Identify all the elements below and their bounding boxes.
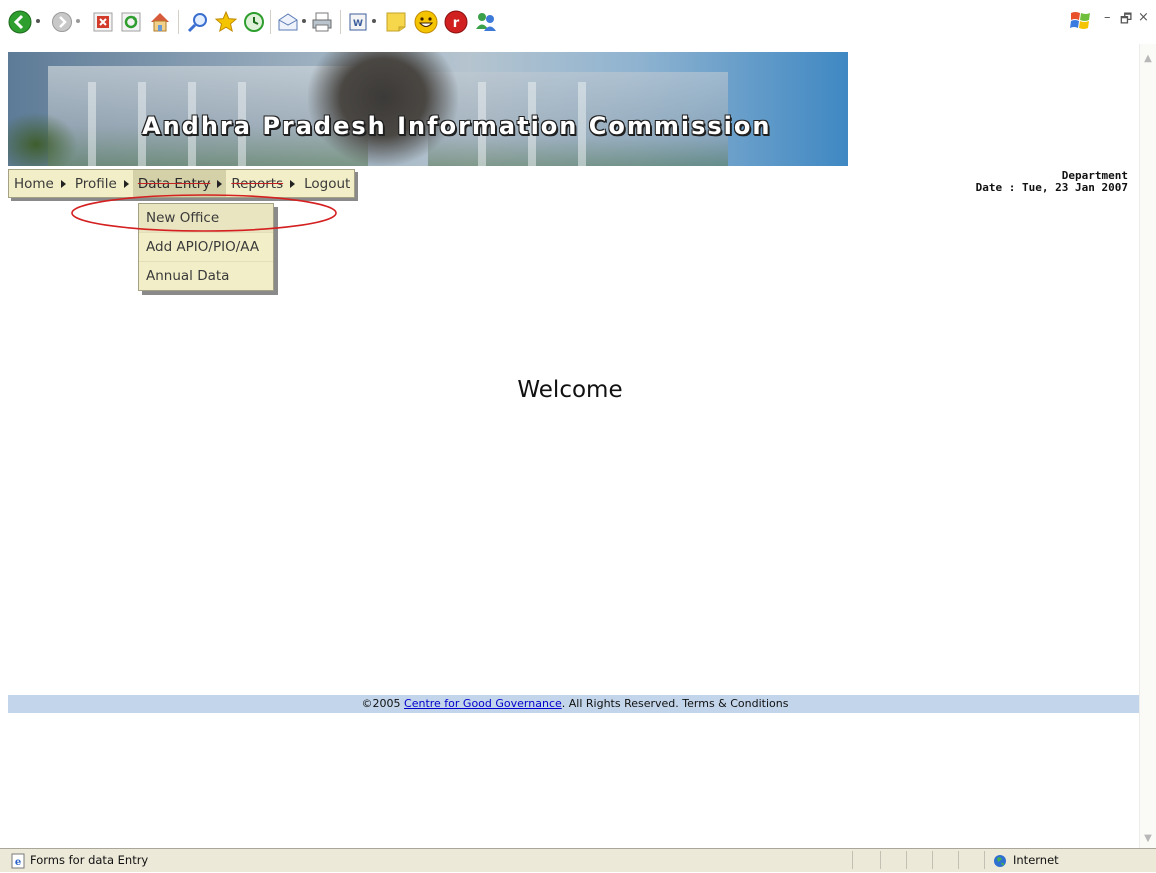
toolbar-separator — [340, 10, 341, 34]
r-icon[interactable]: r — [442, 8, 470, 36]
status-pane — [906, 851, 907, 869]
notes-icon[interactable] — [382, 8, 410, 36]
mail-dropdown-caret[interactable] — [300, 14, 308, 28]
svg-text:W: W — [353, 19, 363, 29]
edit-icon[interactable]: W — [344, 8, 372, 36]
footer-rights: . All Rights Reserved. Terms & Condition… — [561, 697, 789, 710]
svg-text:e: e — [15, 857, 21, 868]
banner-statue — [308, 52, 458, 166]
minimize-button[interactable]: – — [1104, 10, 1111, 25]
banner-title: Andhra Pradesh Information Commission — [142, 112, 772, 140]
submenu-arrow-icon — [60, 179, 66, 188]
security-zone-label: Internet — [1013, 853, 1059, 867]
status-pane — [880, 851, 881, 869]
status-pane — [932, 851, 933, 869]
main-menu: Home Profile Data Entry Reports Logout — [8, 169, 356, 198]
stop-icon[interactable] — [89, 8, 117, 36]
status-pane — [852, 851, 853, 869]
menu-item-label: Profile — [74, 175, 117, 192]
refresh-icon[interactable] — [117, 8, 145, 36]
web-page: Andhra Pradesh Information Commission Ho… — [0, 44, 1142, 848]
messenger-smiley-icon[interactable] — [412, 8, 440, 36]
submenu-arrow-icon — [123, 179, 129, 188]
header-info: Department Date : Tue, 23 Jan 2007 — [976, 170, 1128, 194]
status-pane — [984, 851, 985, 869]
windows-flag-icon — [1068, 8, 1094, 34]
dropdown-item-annual-data[interactable]: Annual Data — [139, 262, 273, 290]
menu-item-reports[interactable]: Reports — [226, 170, 299, 197]
menu-item-label: Home — [14, 175, 54, 192]
print-icon[interactable] — [308, 8, 336, 36]
footer-copyright: ©2005 — [361, 697, 405, 710]
dropdown-item-new-office[interactable]: New Office — [139, 204, 273, 233]
edit-dropdown-caret[interactable] — [370, 14, 378, 28]
scroll-up-icon[interactable]: ▲ — [1142, 52, 1154, 64]
page-footer: ©2005 Centre for Good Governance. All Ri… — [8, 695, 1142, 713]
menu-item-label: Data Entry — [137, 175, 211, 192]
scroll-down-icon[interactable]: ▼ — [1142, 832, 1154, 844]
menu-item-logout[interactable]: Logout — [299, 170, 354, 197]
contacts-icon[interactable] — [472, 8, 500, 36]
back-icon[interactable] — [6, 8, 34, 36]
svg-text:r: r — [453, 16, 460, 31]
status-text: Forms for data Entry — [30, 853, 149, 867]
toolbar-separator — [270, 10, 271, 34]
vertical-scrollbar[interactable]: ▲ ▼ — [1139, 44, 1156, 848]
history-icon[interactable] — [240, 8, 268, 36]
data-entry-dropdown: New Office Add APIO/PIO/AA Annual Data — [138, 203, 274, 291]
browser-toolbar: W r – 🗗 × — [0, 0, 1156, 45]
footer-link-cgg[interactable]: Centre for Good Governance — [404, 697, 562, 710]
ie-page-icon: e — [10, 853, 26, 869]
submenu-arrow-icon — [290, 179, 296, 188]
favorites-icon[interactable] — [212, 8, 240, 36]
toolbar-separator — [178, 10, 179, 34]
forward-dropdown-caret[interactable] — [74, 14, 82, 28]
menu-item-home[interactable]: Home — [9, 170, 70, 197]
date-label: Date : Tue, 23 Jan 2007 — [975, 181, 1128, 194]
banner-column — [88, 82, 96, 166]
back-dropdown-caret[interactable] — [34, 14, 42, 28]
close-button[interactable]: × — [1138, 10, 1149, 25]
globe-icon — [993, 853, 1009, 869]
site-banner: Andhra Pradesh Information Commission — [8, 52, 848, 166]
forward-icon[interactable] — [48, 8, 76, 36]
restore-button[interactable]: 🗗 — [1120, 10, 1132, 32]
search-icon[interactable] — [184, 8, 212, 36]
window-controls: – 🗗 × — [1056, 6, 1156, 40]
welcome-message: Welcome — [517, 377, 623, 403]
banner-tree — [8, 112, 78, 166]
status-pane — [958, 851, 959, 869]
home-icon[interactable] — [146, 8, 174, 36]
menu-item-profile[interactable]: Profile — [70, 170, 133, 197]
menu-item-label: Logout — [304, 175, 351, 192]
dropdown-item-add-apio-pio-aa[interactable]: Add APIO/PIO/AA — [139, 233, 273, 262]
status-bar: e Forms for data Entry Internet — [0, 848, 1156, 872]
submenu-arrow-icon — [217, 179, 223, 188]
mail-icon[interactable] — [274, 8, 302, 36]
menu-item-data-entry[interactable]: Data Entry — [132, 170, 227, 197]
menu-item-label: Reports — [231, 175, 284, 192]
